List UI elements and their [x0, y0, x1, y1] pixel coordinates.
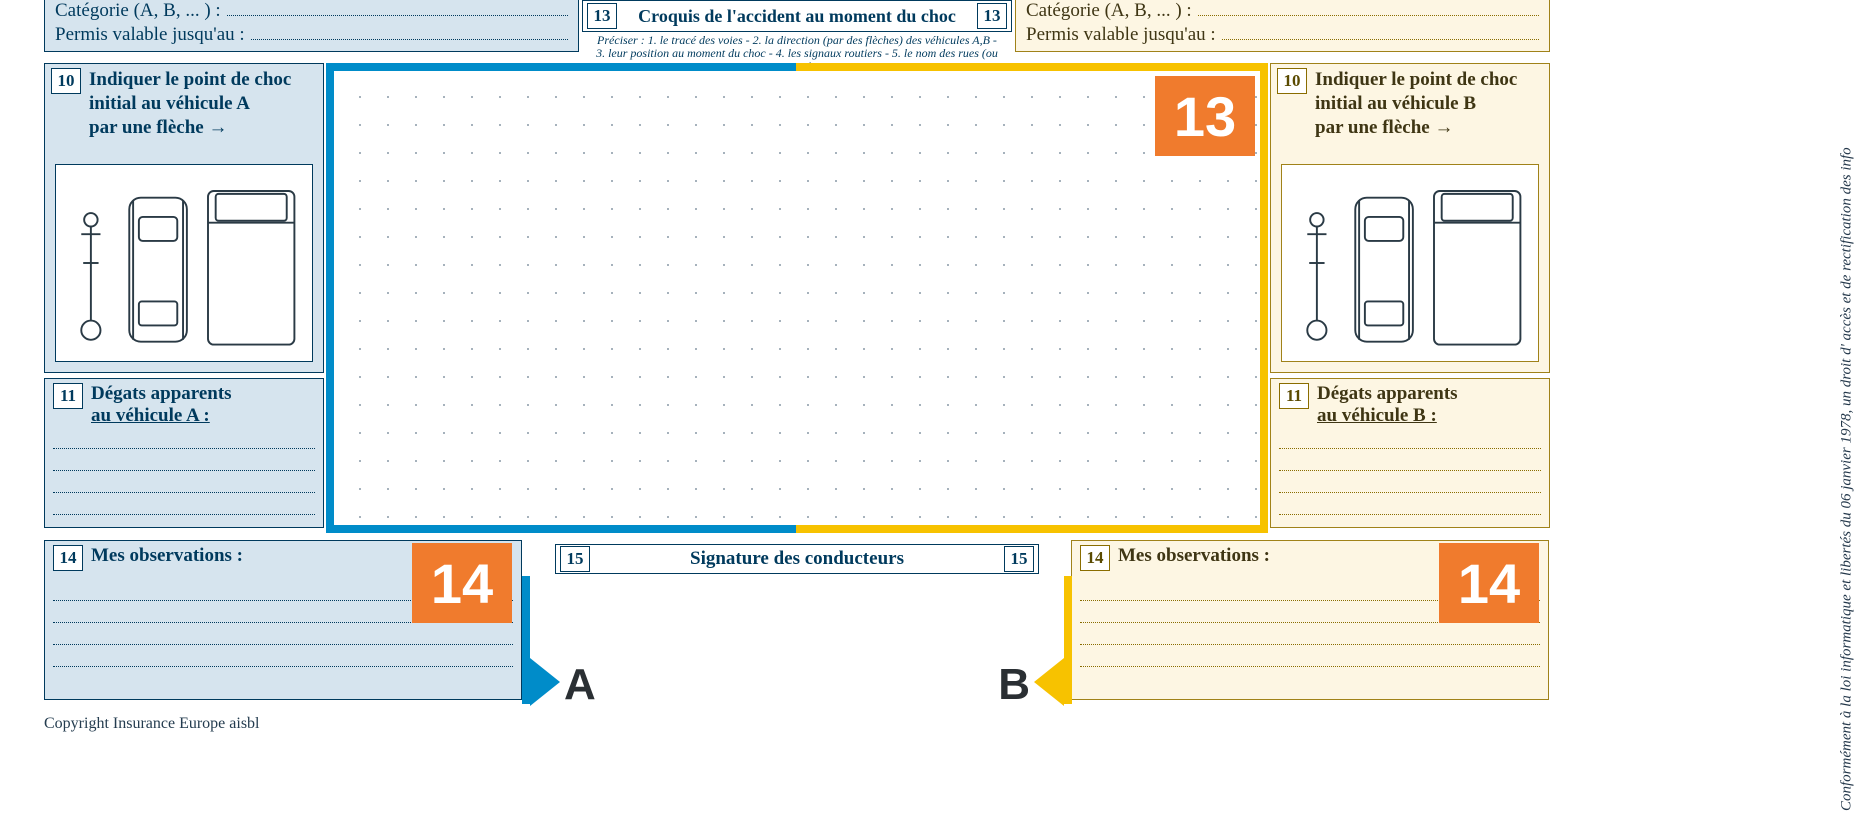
- sketch-grid[interactable]: [334, 71, 1260, 525]
- sec14a-title: Mes observations :: [91, 545, 243, 567]
- vehicle-icons-b: [1290, 173, 1530, 353]
- badge-13: 13: [1155, 76, 1255, 156]
- dotted-line[interactable]: [53, 427, 315, 449]
- sec10b-l3: par une flèche →: [1315, 117, 1453, 138]
- section-13-title: Croquis de l'accident au moment du choc: [623, 6, 971, 27]
- vehicle-diagram-b[interactable]: [1281, 164, 1539, 362]
- section-11-a: 11 Dégats apparents au véhicule A :: [44, 378, 324, 528]
- sec10b-l2: initial au véhicule B: [1315, 93, 1476, 114]
- triangle-yellow-icon: [1034, 658, 1064, 706]
- section-10-b: 10 Indiquer le point de choc initial au …: [1270, 63, 1550, 373]
- dotted-line[interactable]: [53, 493, 315, 515]
- categorie-label-b: Catégorie (A, B, ... ) :: [1026, 0, 1192, 22]
- signature-area[interactable]: A B: [522, 576, 1072, 704]
- permis-label-a: Permis valable jusqu'au :: [55, 24, 245, 46]
- numbox-10-a: 10: [51, 68, 81, 94]
- sec10b-l1: Indiquer le point de choc: [1315, 69, 1517, 90]
- categorie-label-a: Catégorie (A, B, ... ) :: [55, 0, 221, 22]
- numbox-15-left: 15: [560, 546, 590, 572]
- yellow-bar: [1064, 576, 1072, 704]
- numbox-11-b: 11: [1279, 383, 1309, 409]
- numbox-10-b: 10: [1277, 68, 1307, 94]
- dotted-line[interactable]: [1279, 493, 1541, 515]
- section-13-header: 13 Croquis de l'accident au moment du ch…: [582, 0, 1012, 32]
- section-11-b: 11 Dégats apparents au véhicule B :: [1270, 378, 1550, 528]
- badge-14-a: 14: [412, 543, 512, 623]
- dotted-line[interactable]: [53, 471, 315, 493]
- vehicle-icons-a: [64, 173, 304, 353]
- numbox-11-a: 11: [53, 383, 83, 409]
- dotted-line[interactable]: [1080, 645, 1540, 667]
- section-15-title: Signature des conducteurs: [596, 548, 998, 570]
- dotted-fill: [1222, 24, 1539, 40]
- permis-row-b: Permis valable jusqu'au :: [1015, 24, 1550, 52]
- numbox-13-left: 13: [587, 3, 617, 29]
- section-15-header: 15 Signature des conducteurs 15: [555, 544, 1039, 574]
- triangle-blue-icon: [530, 658, 560, 706]
- copyright: Copyright Insurance Europe aisbl: [44, 715, 260, 733]
- sec10a-l1: Indiquer le point de choc: [89, 69, 291, 90]
- sec10a-l2: initial au véhicule A: [89, 93, 250, 114]
- permis-label-b: Permis valable jusqu'au :: [1026, 24, 1216, 46]
- dotted-fill: [227, 0, 568, 16]
- dotted-line[interactable]: [53, 449, 315, 471]
- section-13-subtitle: Préciser : 1. le tracé des voies - 2. la…: [582, 34, 1012, 74]
- letter-b: B: [998, 660, 1030, 710]
- dotted-fill: [1198, 0, 1539, 16]
- dotted-line[interactable]: [1279, 449, 1541, 471]
- permis-row-a: Permis valable jusqu'au :: [44, 24, 579, 52]
- badge-14-b: 14: [1439, 543, 1539, 623]
- sec11a-l1: Dégats apparents: [91, 383, 232, 405]
- sec10a-l3: par une flèche →: [89, 117, 227, 138]
- sec14b-title: Mes observations :: [1118, 545, 1270, 567]
- sec11b-l2: au véhicule B :: [1317, 405, 1458, 427]
- dotted-line[interactable]: [53, 645, 513, 667]
- sec11b-l1: Dégats apparents: [1317, 383, 1458, 405]
- numbox-15-right: 15: [1004, 546, 1034, 572]
- vehicle-diagram-a[interactable]: [55, 164, 313, 362]
- dotted-fill: [251, 24, 568, 40]
- blue-bar: [522, 576, 530, 704]
- dotted-line[interactable]: [1279, 471, 1541, 493]
- section-10-a: 10 Indiquer le point de choc initial au …: [44, 63, 324, 373]
- numbox-14-b: 14: [1080, 545, 1110, 571]
- sec13-sub-l1: Préciser : 1. le tracé des voies - 2. la…: [597, 33, 997, 47]
- dotted-line[interactable]: [53, 623, 513, 645]
- numbox-14-a: 14: [53, 545, 83, 571]
- numbox-13-right: 13: [977, 3, 1007, 29]
- dotted-line[interactable]: [1080, 623, 1540, 645]
- sec11a-l2: au véhicule A :: [91, 405, 232, 427]
- letter-a: A: [564, 660, 596, 710]
- dotted-line[interactable]: [1279, 427, 1541, 449]
- sec13-sub-l2: 3. leur position au moment du choc - 4. …: [596, 46, 998, 73]
- vertical-legal-note: Conformément à la loi informatique et li…: [1836, 0, 1858, 817]
